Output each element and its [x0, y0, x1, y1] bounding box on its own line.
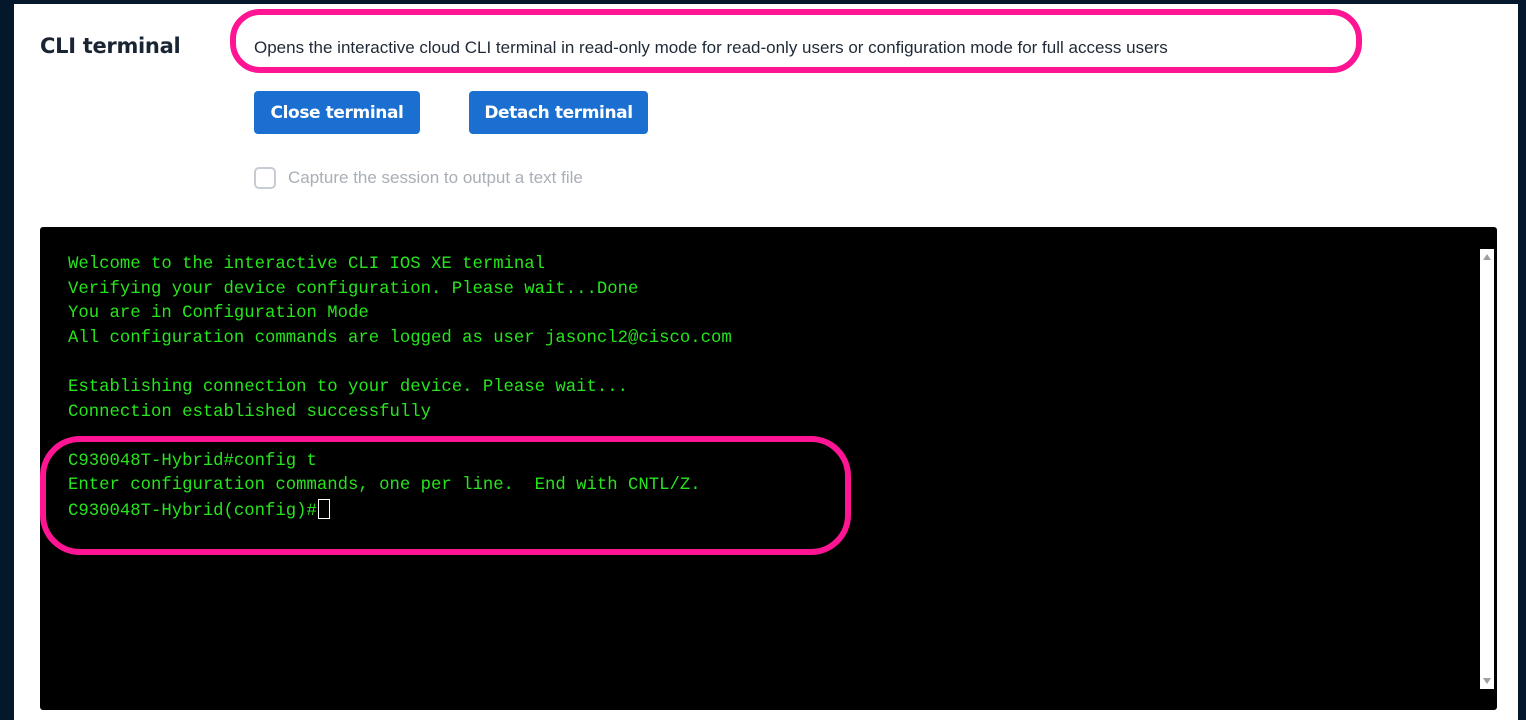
close-terminal-button[interactable]: Close terminal: [254, 91, 420, 134]
terminal-scrollbar[interactable]: [1480, 249, 1494, 689]
terminal-line: Connection established successfully: [68, 402, 431, 422]
terminal-line: You are in Configuration Mode: [68, 304, 369, 324]
terminal-line: Verifying your device configuration. Ple…: [68, 279, 639, 299]
cli-terminal-panel: CLI terminal Opens the interactive cloud…: [14, 4, 1518, 720]
detach-terminal-button[interactable]: Detach terminal: [469, 91, 648, 134]
capture-session-label: Capture the session to output a text fil…: [288, 168, 583, 187]
scroll-down-arrow-icon[interactable]: [1483, 678, 1491, 684]
command-highlight: [40, 436, 851, 555]
terminal-line: Welcome to the interactive CLI IOS XE te…: [68, 255, 546, 274]
terminal-line: All configuration commands are logged as…: [68, 328, 732, 348]
capture-session-checkbox[interactable]: [254, 167, 276, 189]
terminal-line: Establishing connection to your device. …: [68, 377, 629, 397]
section-title: CLI terminal: [40, 34, 181, 58]
capture-session-row[interactable]: Capture the session to output a text fil…: [254, 167, 583, 189]
scroll-up-arrow-icon[interactable]: [1483, 254, 1491, 260]
description-highlight: [230, 9, 1362, 73]
